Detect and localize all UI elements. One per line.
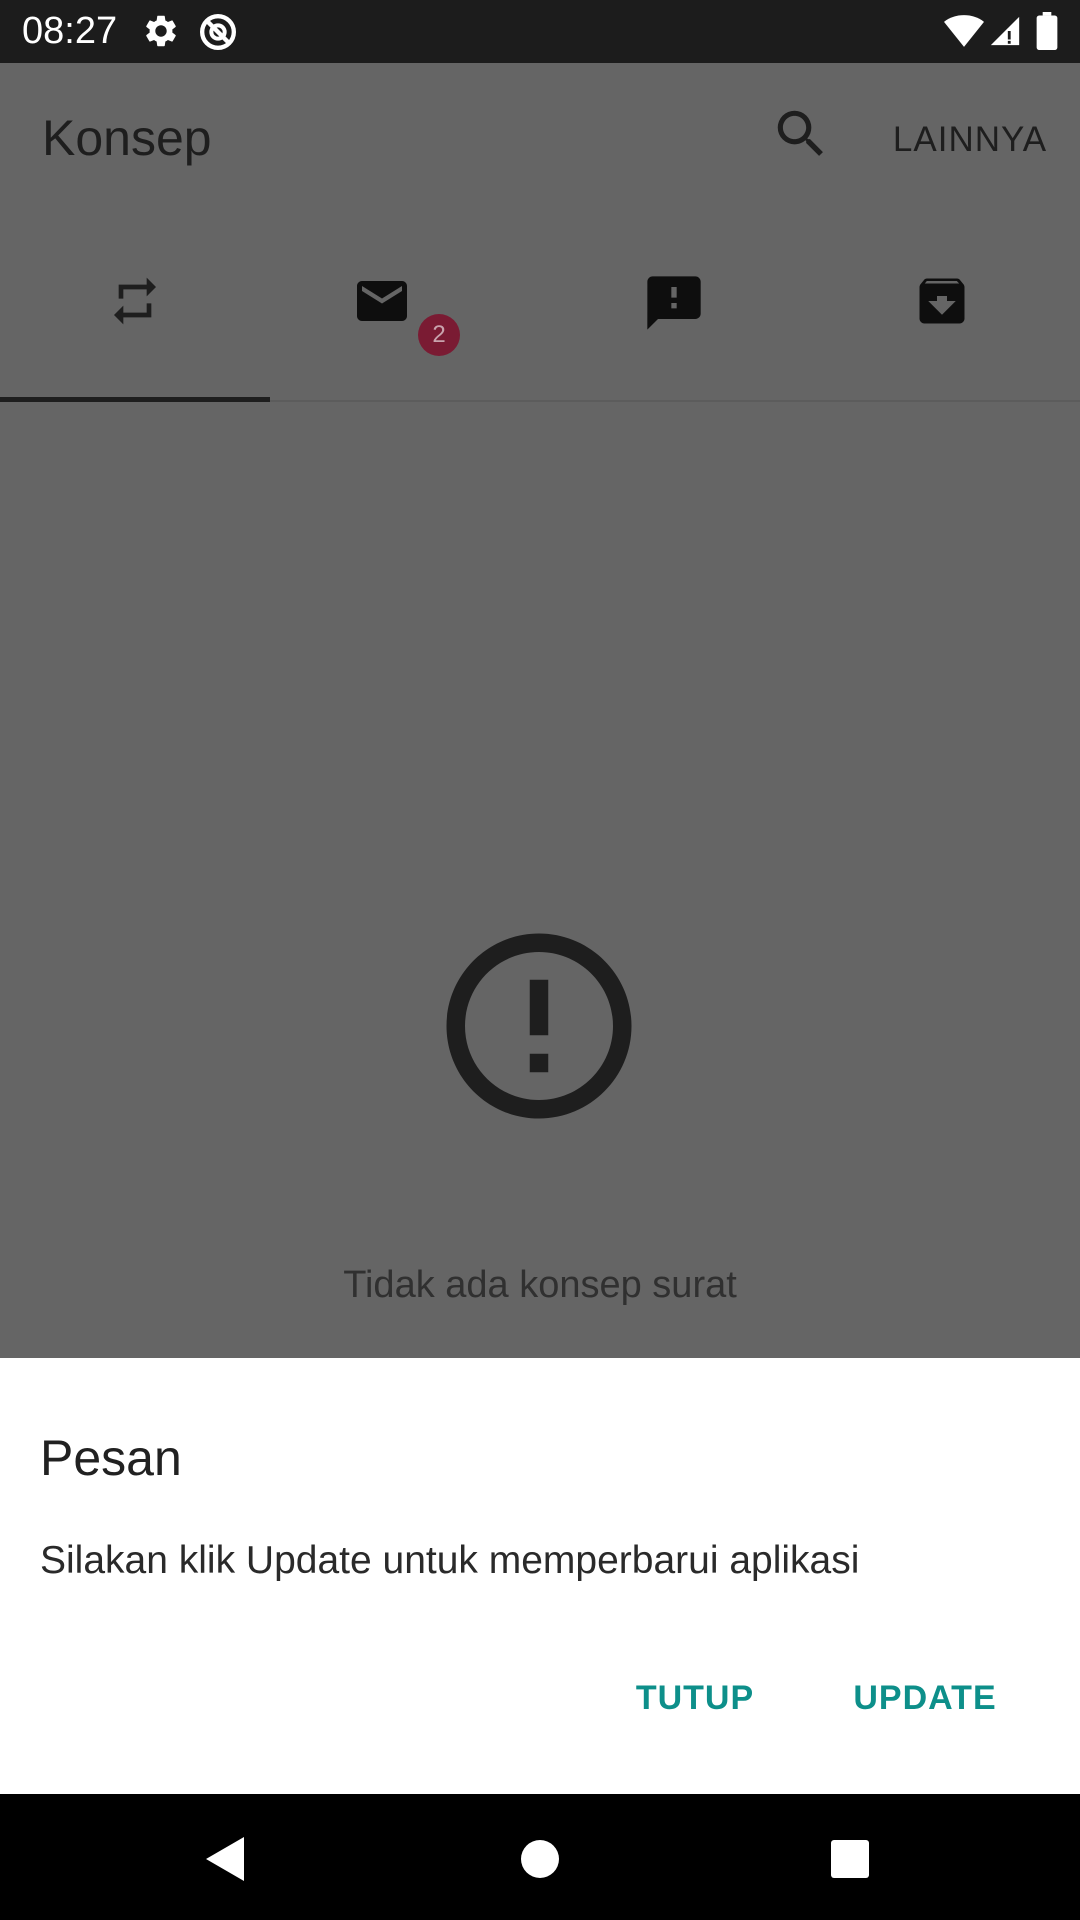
battery-icon	[1036, 12, 1058, 50]
home-icon	[521, 1840, 559, 1878]
signal-icon	[990, 16, 1020, 46]
mail-badge: 2	[418, 314, 460, 356]
empty-state-text: Tidak ada konsep surat	[343, 1264, 737, 1306]
tab-konsep[interactable]	[0, 213, 270, 402]
tab-mail[interactable]	[270, 213, 540, 400]
toolbar: Konsep LAINNYA	[0, 63, 1080, 213]
wifi-icon	[944, 15, 984, 47]
nav-bar	[0, 1794, 1080, 1920]
tab-feedback[interactable]	[540, 213, 810, 400]
recents-button[interactable]	[810, 1819, 890, 1899]
repeat-icon	[114, 277, 156, 325]
close-button[interactable]: TUTUP	[620, 1658, 770, 1738]
recents-icon	[831, 1840, 869, 1878]
back-button[interactable]	[186, 1819, 266, 1899]
mail-icon	[357, 281, 407, 321]
back-icon	[206, 1837, 244, 1881]
home-button[interactable]	[500, 1819, 580, 1899]
status-time: 08:27	[22, 10, 118, 52]
screen: 08:27 Konsep LAINNYA 2 Tidak ada konsep …	[0, 0, 1080, 1920]
search-icon	[777, 110, 823, 156]
tab-archive[interactable]	[810, 213, 1080, 400]
search-button[interactable]	[770, 103, 832, 165]
update-dialog: Pesan Silakan klik Update untuk memperba…	[0, 1358, 1080, 1794]
update-button[interactable]: UPDATE	[840, 1658, 1010, 1738]
error-outline-icon	[446, 933, 632, 1119]
dialog-title: Pesan	[40, 1430, 182, 1486]
status-bar: 08:27	[0, 0, 1080, 63]
more-button[interactable]: LAINNYA	[880, 115, 1060, 165]
gear-icon	[146, 15, 176, 47]
sync-disabled-icon	[200, 14, 236, 50]
archive-icon	[919, 278, 965, 324]
page-title: Konsep	[42, 110, 212, 166]
feedback-icon	[647, 276, 701, 330]
tab-bar: 2	[0, 213, 1080, 402]
tab-indicator	[0, 397, 270, 402]
dialog-message: Silakan klik Update untuk memperbarui ap…	[40, 1539, 860, 1582]
